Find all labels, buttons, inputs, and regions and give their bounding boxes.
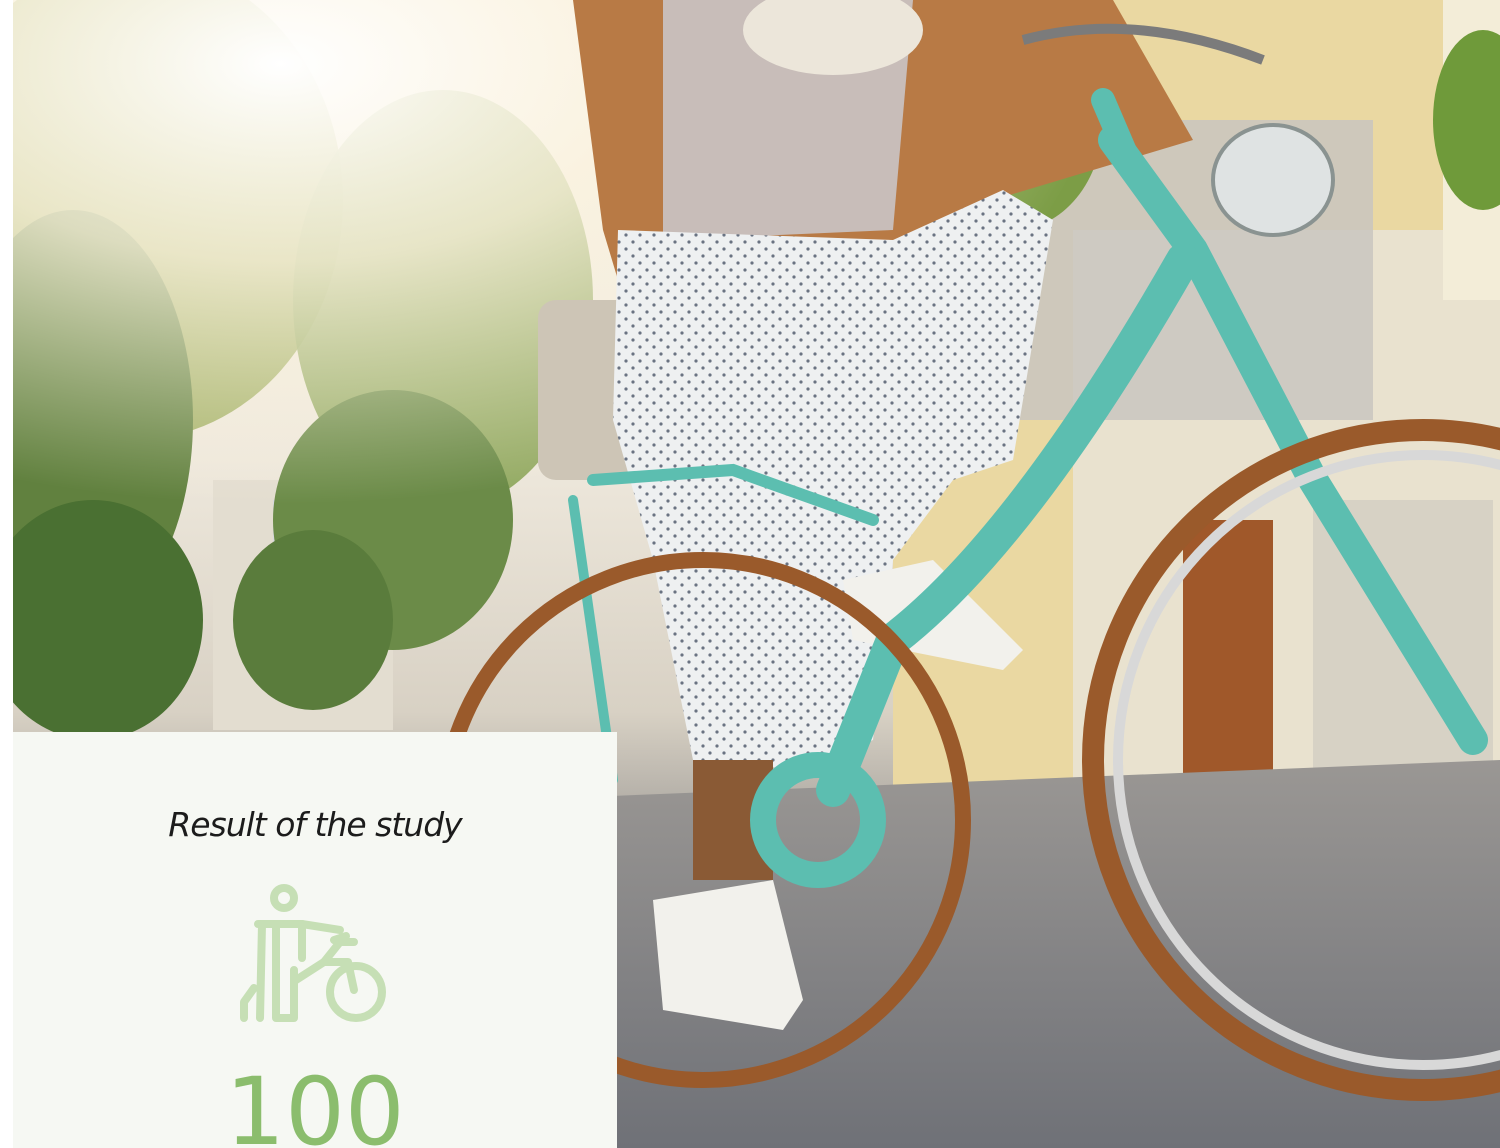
person-with-bicycle-icon xyxy=(236,884,386,1026)
study-caption: Result of the study xyxy=(168,805,462,844)
study-result-value: 100 xyxy=(225,1058,405,1148)
page: Result of the study 100 xyxy=(0,0,1500,1148)
